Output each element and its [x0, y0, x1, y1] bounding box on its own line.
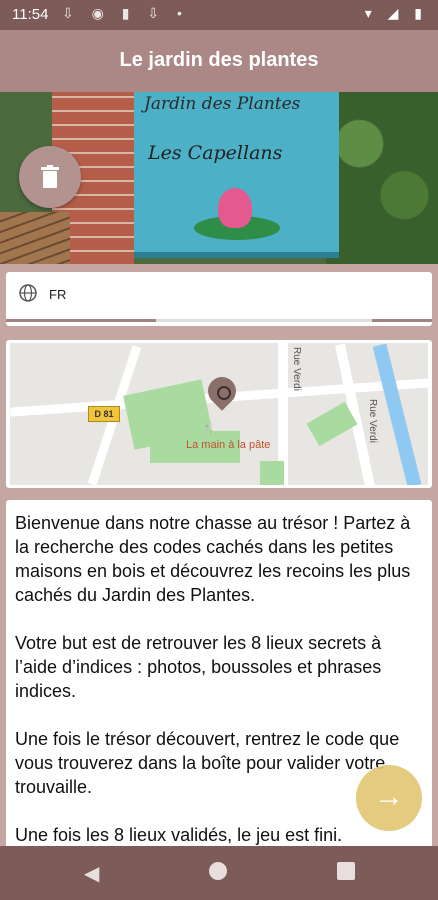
app-bar: Le jardin des plantes — [0, 30, 438, 92]
garden-sign: Jardin des Plantes Les Capellans — [134, 92, 339, 258]
back-icon[interactable]: ◀ — [84, 861, 99, 886]
restaurant-icon: 🍴 — [202, 424, 216, 436]
language-value: FR — [49, 287, 67, 302]
selector-indicator-left — [6, 319, 156, 322]
notification-icons: ⇩ ◉ ▮ ⇩ • — [62, 5, 189, 21]
sign-flower — [218, 188, 252, 228]
selector-indicator-right — [372, 319, 432, 322]
wooden-deck — [0, 212, 70, 264]
map-park — [260, 461, 284, 485]
restaurant-label: La main à la pâte — [186, 439, 271, 451]
road-shield: D 81 — [88, 406, 120, 422]
system-icons: ▾ ◢ ▮ — [364, 5, 428, 21]
map-view[interactable]: D 81 🍴 La main à la pâte Rue Verdi Rue V… — [10, 343, 428, 485]
page-title: Le jardin des plantes — [119, 49, 319, 71]
system-nav-bar: ◀ — [0, 846, 438, 900]
next-button[interactable]: → — [356, 765, 422, 831]
ivy-foliage — [326, 92, 438, 264]
sign-text-line1: Jardin des Plantes — [144, 94, 301, 114]
street-label: Rue Verdi — [291, 347, 302, 391]
map-river — [372, 343, 422, 485]
street-label: Rue Verdi — [367, 399, 378, 443]
delete-button[interactable] — [19, 146, 81, 208]
trash-icon — [41, 165, 59, 188]
arrow-right-icon: → — [374, 780, 404, 813]
map-card[interactable]: D 81 🍴 La main à la pâte Rue Verdi Rue V… — [6, 340, 432, 488]
status-bar: 11:54 ⇩ ◉ ▮ ⇩ • ▾ ◢ ▮ — [0, 0, 438, 30]
home-icon[interactable] — [209, 862, 227, 880]
language-selector[interactable]: FR — [6, 272, 432, 326]
search-pin-icon — [217, 386, 231, 400]
globe-icon — [19, 284, 37, 307]
status-time: 11:54 — [12, 6, 49, 23]
recent-apps-icon[interactable] — [337, 862, 355, 880]
sign-text-line2: Les Capellans — [148, 142, 283, 164]
